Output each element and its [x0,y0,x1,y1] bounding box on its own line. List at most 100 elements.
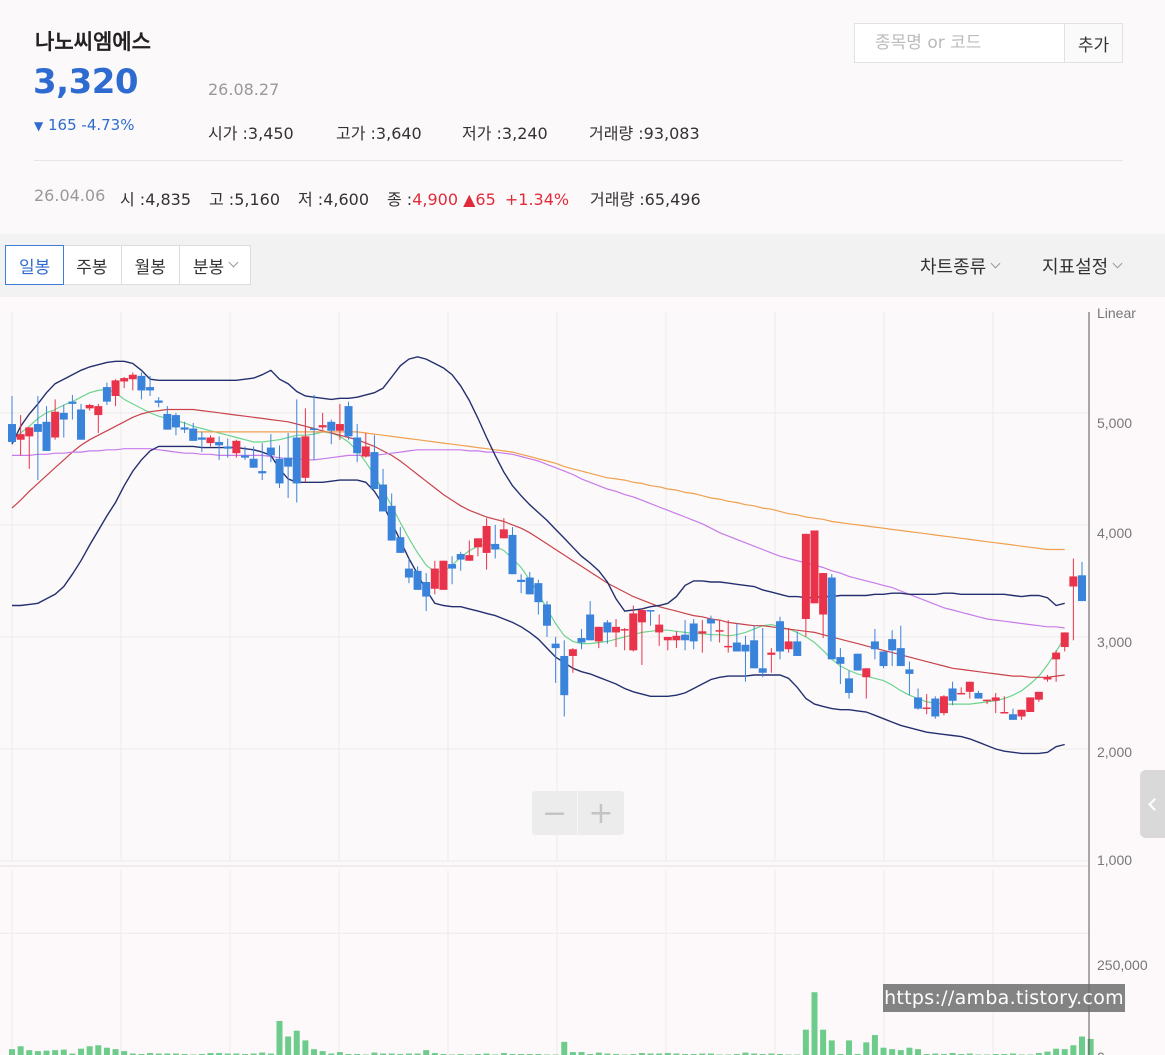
candle-body [473,538,482,548]
candle-body [715,630,724,632]
price-change: ▼ 165 -4.73% [34,116,134,134]
candle-body [629,613,638,651]
candle-body [862,668,871,678]
candle-body [456,554,465,560]
period-tabs: 일봉 주봉 월봉 분봉 [5,245,252,285]
candle-body [672,635,681,641]
candle-body [732,642,741,652]
candle-body [1069,576,1078,587]
high-value: 3,640 [375,124,422,143]
candle-body [249,458,258,468]
add-button[interactable]: 추가 [1064,24,1122,62]
candle-body [706,618,715,624]
volume-bar [1061,1049,1068,1055]
chevron-left-icon [1148,797,1161,811]
candle-body [137,375,146,391]
tab-daily[interactable]: 일봉 [5,245,65,285]
candle-body [284,457,293,467]
hover-high-label: 고 : [209,190,235,209]
low-price: 저가 :3,240 [462,120,548,144]
volume-bar [319,1051,326,1055]
volume-bar [1044,1051,1051,1055]
candle-body [836,657,845,664]
volume-value: 93,083 [643,124,700,143]
hover-open: 시 :4,835 [120,186,191,210]
price-panel [0,312,1089,861]
volume-bar [293,1030,300,1055]
chart-type-label: 차트종류 [920,257,987,278]
indicator-menu[interactable]: 지표설정 [1042,253,1123,279]
candle-body [948,688,957,701]
volume-tick: 0 [1097,1049,1105,1055]
hover-volume: 거래량 :65,496 [590,186,701,210]
high-price: 고가 :3,640 [336,120,422,144]
stock-chart[interactable]: Linear 5,000 4,000 3,000 2,000 1,000 250… [0,298,1165,1055]
chart-type-menu[interactable]: 차트종류 [920,253,1001,279]
candle-body [879,651,888,667]
candle-body [370,452,379,490]
hover-date: 26.04.06 [34,186,106,205]
candle-body [1078,575,1086,602]
tab-weekly[interactable]: 주봉 [63,246,122,284]
candle-body [465,555,474,561]
hover-low-value: 4,600 [323,190,370,209]
candle-body [603,622,612,633]
candle-body [767,652,776,655]
candle-body [413,570,422,590]
candle-body [33,424,42,432]
volume-bar [26,1050,33,1055]
candle-body [793,641,802,656]
candle-body [215,441,224,446]
candle-body [801,533,810,619]
volume-bar [302,1040,309,1055]
zoom-out-button[interactable]: − [532,791,578,835]
candle-body [983,699,992,702]
volume-bar [1079,1036,1085,1055]
watermark: https://amba.tistory.com [883,984,1125,1012]
quote-date: 26.08.27 [208,80,280,99]
volume-bar [897,1050,904,1055]
chart-canvas[interactable]: Linear 5,000 4,000 3,000 2,000 1,000 250… [0,298,1165,1055]
candle-body [77,409,86,440]
volume-bar [95,1045,102,1055]
candle-body [482,525,491,553]
change-value: 165 -4.73% [48,116,135,134]
volume-tick: 250,000 [1097,957,1148,973]
chevron-down-icon [990,258,1001,269]
candle-body [974,692,983,699]
candle-body [896,648,905,667]
hover-low: 저 :4,600 [298,186,369,210]
volume-bar [276,1020,283,1055]
candle-body [189,428,198,441]
candle-body [439,560,448,590]
candle-body [914,697,923,709]
candle-body [1060,632,1069,648]
search-input[interactable] [855,24,1064,62]
tab-monthly[interactable]: 월봉 [122,246,180,284]
candle-body [42,421,51,451]
candle-body [931,698,940,717]
candle-body [1034,691,1043,700]
candle-body [905,669,914,674]
hover-high: 고 :5,160 [209,186,280,210]
volume: 거래량 :93,083 [589,120,700,144]
candle-body [353,437,362,454]
candle-body [361,446,370,457]
volume-bar [103,1047,110,1055]
volume-bar [889,1049,896,1055]
candle-body [637,610,646,623]
candle-body [543,604,551,626]
zoom-in-button[interactable]: + [578,791,624,835]
candle-body [266,447,275,456]
price-tick: 4,000 [1097,525,1132,541]
price-tick: 2,000 [1097,744,1132,760]
zoom-controls: − + [532,791,624,835]
hover-low-label: 저 : [298,190,324,209]
candle-body [51,411,60,438]
scale-label[interactable]: Linear [1097,305,1136,321]
tab-minute[interactable]: 분봉 [180,246,250,284]
candle-body [845,678,854,693]
stock-name: 나노씨엠에스 [35,30,151,54]
candle-body [275,458,284,484]
side-panel-toggle[interactable] [1140,770,1165,838]
